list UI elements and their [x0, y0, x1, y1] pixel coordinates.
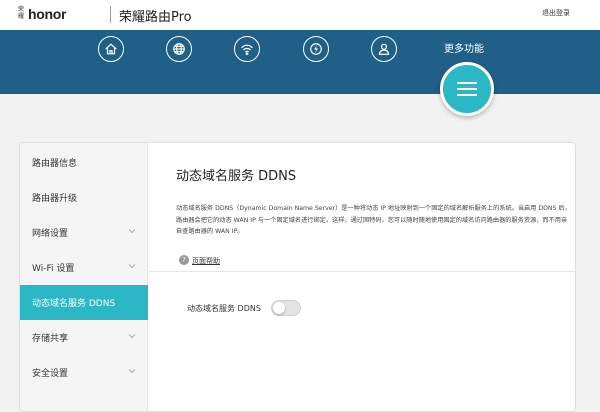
section-divider [149, 271, 575, 272]
product-name: 荣耀路由Pro [119, 10, 192, 25]
sidebar-item-security-settings[interactable]: 安全设置 [20, 355, 148, 390]
settings-card: 路由器信息 路由器升级 网络设置 Wi-Fi 设置 动态域名服务 DDNS 存储共享 安全设… [19, 142, 576, 412]
home-icon[interactable] [98, 36, 124, 62]
logo-divider [110, 6, 111, 23]
page-title: 动态域名服务 DDNS [176, 169, 297, 184]
top-nav-banner [0, 30, 600, 94]
sidebar-item-wifi-settings[interactable]: Wi-Fi 设置 [20, 250, 148, 285]
toggle-knob [273, 302, 285, 314]
sidebar-item-label: 路由器升级 [32, 194, 78, 204]
page-help-link[interactable]: 页面帮助 [192, 256, 220, 266]
sidebar-item-label: 路由器信息 [32, 159, 78, 169]
more-functions-button[interactable] [440, 62, 494, 116]
wifi-icon[interactable] [234, 36, 260, 62]
sidebar-item-label: 存储共享 [32, 334, 69, 344]
lightning-icon[interactable] [303, 36, 329, 62]
help-icon[interactable]: ? [179, 255, 189, 265]
sidebar-item-label: 动态域名服务 DDNS [32, 299, 116, 309]
chevron-down-icon [128, 369, 136, 374]
sidebar-item-ddns[interactable]: 动态域名服务 DDNS [20, 285, 148, 320]
sidebar-item-label: Wi-Fi 设置 [32, 264, 75, 274]
user-icon[interactable] [371, 36, 397, 62]
chevron-down-icon [128, 334, 136, 339]
chevron-down-icon [128, 264, 136, 269]
sidebar-item-label: 网络设置 [32, 229, 69, 239]
menu-icon [457, 82, 477, 96]
honor-logo: honor [28, 6, 67, 22]
sidebar-item-network-settings[interactable]: 网络设置 [20, 215, 148, 250]
ddns-toggle-label: 动态域名服务 DDNS [187, 304, 261, 313]
ddns-description: 动态域名服务 DDNS（Dynamic Domain Name Server）是… [176, 205, 571, 235]
more-functions-label: 更多功能 [444, 44, 484, 55]
ddns-toggle[interactable] [271, 300, 301, 316]
chevron-down-icon [128, 229, 136, 234]
sidebar-item-router-info[interactable]: 路由器信息 [20, 145, 148, 180]
logout-link[interactable]: 退出登录 [542, 8, 570, 18]
ddns-panel: 动态域名服务 DDNS 动态域名服务 DDNS（Dynamic Domain N… [149, 143, 575, 411]
sidebar-item-router-upgrade[interactable]: 路由器升级 [20, 180, 148, 215]
globe-icon[interactable] [166, 36, 192, 62]
sidebar-item-label: 安全设置 [32, 369, 69, 379]
sidebar-item-storage-sharing[interactable]: 存储共享 [20, 320, 148, 355]
logo-mark: 荣耀 [18, 6, 25, 20]
top-bar: 荣耀 honor 荣耀路由Pro 退出登录 [0, 0, 600, 30]
sidebar: 路由器信息路由器升级网络设置 Wi-Fi 设置动态域名服务 DDNS 存储共享安全设… [20, 143, 148, 411]
